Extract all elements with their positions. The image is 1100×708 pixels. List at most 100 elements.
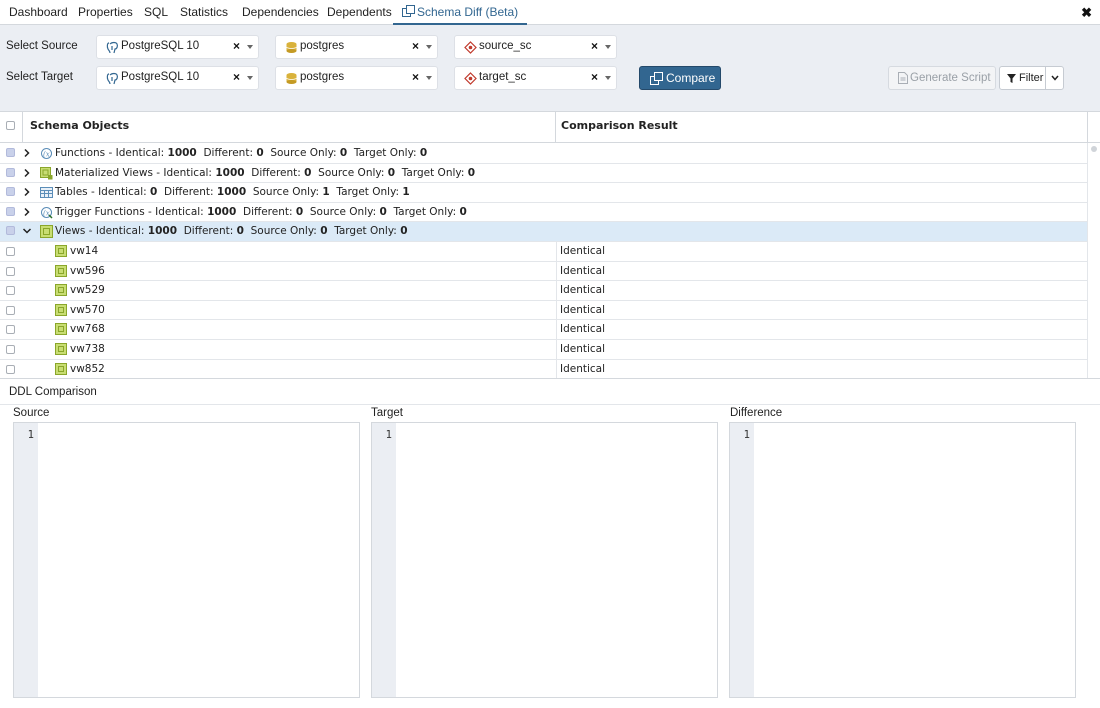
row-checkbox[interactable] bbox=[6, 325, 15, 335]
chevron-right-icon[interactable] bbox=[22, 168, 32, 178]
scrollbar-thumb[interactable] bbox=[1091, 146, 1097, 152]
group-row-tables[interactable]: Tables - Identical: 0 Different: 1000 So… bbox=[0, 183, 1087, 203]
view-icon bbox=[55, 303, 67, 316]
source-database-select[interactable]: postgres × bbox=[275, 35, 438, 59]
line-number: 1 bbox=[385, 429, 392, 441]
compare-button[interactable]: Compare bbox=[639, 66, 721, 90]
filter-icon bbox=[1007, 74, 1016, 83]
column-header-comparison-result[interactable]: Comparison Result bbox=[561, 112, 678, 142]
clear-icon[interactable]: × bbox=[591, 39, 598, 53]
row-checkbox[interactable] bbox=[6, 148, 15, 157]
tab-sql[interactable]: SQL bbox=[144, 0, 168, 25]
generate-script-button[interactable]: Generate Script bbox=[888, 66, 996, 90]
select-all-checkbox[interactable] bbox=[6, 121, 15, 130]
source-server-select[interactable]: PostgreSQL 10 × bbox=[96, 35, 259, 59]
postgres-elephant-icon bbox=[106, 72, 118, 85]
generate-script-label: Generate Script bbox=[910, 72, 991, 84]
clear-icon[interactable]: × bbox=[412, 70, 419, 84]
filter-dropdown-button[interactable] bbox=[1045, 66, 1064, 90]
table-row[interactable]: vw738 Identical bbox=[0, 340, 1087, 360]
row-checkbox[interactable] bbox=[6, 206, 15, 216]
chevron-down-icon[interactable] bbox=[247, 45, 253, 49]
table-row[interactable]: vw596 Identical bbox=[0, 261, 1087, 282]
chevron-down-icon[interactable] bbox=[605, 76, 611, 80]
chevron-down-icon bbox=[1051, 75, 1059, 81]
source-schema-select[interactable]: source_sc × bbox=[454, 35, 617, 59]
group-row-functions[interactable]: (x) Functions - Identical: 1000 Differen… bbox=[0, 144, 1087, 164]
line-number: 1 bbox=[27, 429, 34, 441]
table-row[interactable]: vw852 Identical bbox=[0, 359, 1087, 378]
target-pane-label: Target bbox=[371, 407, 403, 419]
clear-icon[interactable]: × bbox=[412, 39, 419, 53]
source-ddl-editor[interactable]: 1 bbox=[13, 422, 360, 698]
chevron-right-icon[interactable] bbox=[22, 187, 32, 197]
chevron-down-icon[interactable] bbox=[247, 76, 253, 80]
row-checkbox[interactable] bbox=[6, 167, 15, 177]
clear-icon[interactable]: × bbox=[591, 70, 598, 84]
group-row-materialized-views[interactable]: Materialized Views - Identical: 1000 Dif… bbox=[0, 164, 1087, 184]
row-checkbox[interactable] bbox=[6, 286, 15, 296]
comparison-result: Identical bbox=[556, 340, 1087, 359]
target-database-select[interactable]: postgres × bbox=[275, 66, 438, 90]
tab-schema-diff[interactable]: Schema Diff (Beta) bbox=[393, 0, 528, 25]
selection-panel: Select Source PostgreSQL 10 × postgres ×… bbox=[0, 25, 1100, 111]
object-name: vw738 bbox=[70, 343, 105, 355]
grid-scrollbar[interactable] bbox=[1087, 143, 1100, 378]
row-checkbox[interactable] bbox=[6, 364, 15, 374]
row-checkbox[interactable] bbox=[6, 305, 15, 315]
table-row[interactable]: vw768 Identical bbox=[0, 320, 1087, 340]
target-server-select[interactable]: PostgreSQL 10 × bbox=[96, 66, 259, 90]
column-header-schema-objects[interactable]: Schema Objects bbox=[30, 112, 129, 142]
chevron-down-icon[interactable] bbox=[22, 226, 32, 236]
line-number-gutter: 1 bbox=[730, 423, 754, 697]
group-row-trigger-functions[interactable]: (x) Trigger Functions - Identical: 1000 … bbox=[0, 203, 1087, 223]
target-ddl-editor[interactable]: 1 bbox=[371, 422, 718, 698]
tab-dashboard[interactable]: Dashboard bbox=[9, 0, 68, 25]
clear-icon[interactable]: × bbox=[233, 70, 240, 84]
ddl-comparison-title: DDL Comparison bbox=[9, 386, 97, 398]
divider bbox=[0, 404, 1100, 405]
line-number: 1 bbox=[743, 429, 750, 441]
select-source-label: Select Source bbox=[6, 40, 78, 52]
comparison-result: Identical bbox=[556, 320, 1087, 340]
line-number-gutter: 1 bbox=[372, 423, 396, 697]
filter-button-label: Filter bbox=[1019, 72, 1044, 84]
difference-pane-label: Difference bbox=[730, 407, 783, 419]
row-checkbox[interactable] bbox=[6, 266, 15, 276]
target-schema-select[interactable]: target_sc × bbox=[454, 66, 617, 90]
view-icon bbox=[55, 323, 67, 336]
row-checkbox[interactable] bbox=[6, 345, 15, 354]
group-summary: Tables - Identical: 0 Different: 1000 So… bbox=[55, 186, 410, 199]
group-summary: Trigger Functions - Identical: 1000 Diff… bbox=[55, 205, 467, 218]
chevron-down-icon[interactable] bbox=[426, 45, 432, 49]
table-row[interactable]: vw529 Identical bbox=[0, 281, 1087, 301]
view-icon bbox=[40, 225, 53, 239]
chevron-right-icon[interactable] bbox=[22, 207, 32, 217]
row-checkbox[interactable] bbox=[6, 187, 15, 197]
chevron-right-icon[interactable] bbox=[22, 148, 32, 158]
chevron-down-icon[interactable] bbox=[426, 76, 432, 80]
table-row[interactable]: vw14 Identical bbox=[0, 242, 1087, 262]
database-icon bbox=[286, 73, 297, 84]
close-icon[interactable]: ✖ bbox=[1081, 5, 1092, 21]
tab-dependents[interactable]: Dependents bbox=[327, 0, 392, 25]
view-icon bbox=[55, 284, 67, 297]
table-row[interactable]: vw570 Identical bbox=[0, 300, 1087, 321]
row-checkbox[interactable] bbox=[6, 247, 15, 256]
trigger-function-icon: (x) bbox=[41, 206, 53, 219]
object-name: vw529 bbox=[70, 284, 105, 297]
schema-icon bbox=[464, 41, 477, 54]
comparison-result: Identical bbox=[556, 359, 1087, 378]
group-row-views[interactable]: Views - Identical: 1000 Different: 0 Sou… bbox=[0, 222, 1087, 242]
row-checkbox[interactable] bbox=[6, 226, 15, 236]
tab-dependencies[interactable]: Dependencies bbox=[242, 0, 319, 25]
schema-diff-icon bbox=[402, 5, 415, 17]
clear-icon[interactable]: × bbox=[233, 39, 240, 53]
tab-properties[interactable]: Properties bbox=[78, 0, 133, 25]
line-number-gutter: 1 bbox=[14, 423, 38, 697]
filter-button[interactable]: Filter bbox=[999, 66, 1046, 90]
chevron-down-icon[interactable] bbox=[605, 45, 611, 49]
difference-ddl-editor[interactable]: 1 bbox=[729, 422, 1076, 698]
tab-statistics[interactable]: Statistics bbox=[180, 0, 228, 25]
column-divider bbox=[555, 112, 556, 142]
